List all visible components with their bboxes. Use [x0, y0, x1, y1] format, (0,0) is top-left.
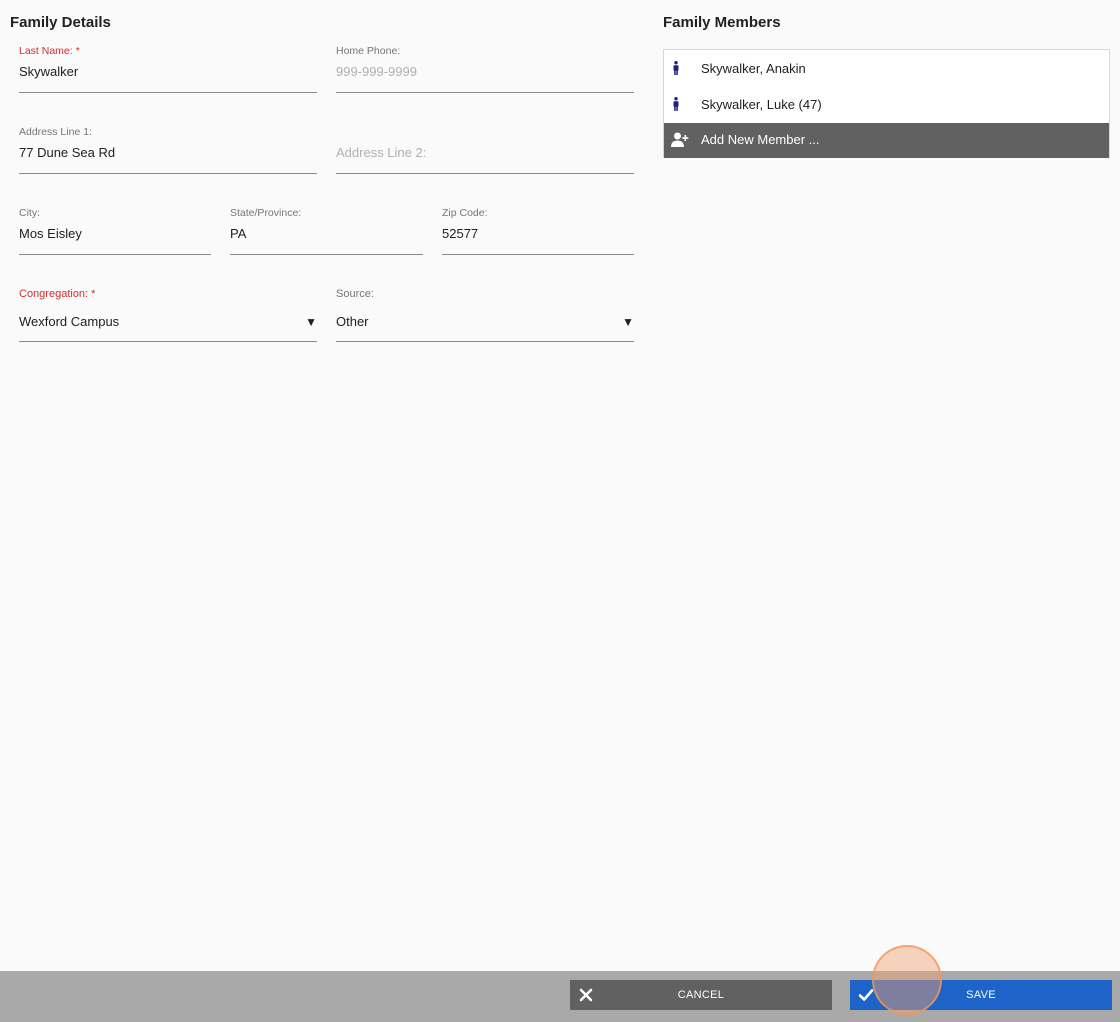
last-name-underline — [19, 92, 317, 93]
zip-label: Zip Code: — [442, 207, 488, 219]
state-field: State/Province: — [230, 207, 423, 255]
home-phone-field: Home Phone: — [336, 45, 634, 93]
state-underline — [230, 254, 423, 255]
congregation-label: Congregation: * — [19, 288, 96, 300]
chevron-down-icon[interactable]: ▼ — [622, 315, 634, 329]
last-name-field: Last Name: * — [19, 45, 317, 93]
city-field: City: — [19, 207, 211, 255]
cancel-label: CANCEL — [677, 989, 725, 1001]
congregation-field: Congregation: * Wexford Campus ▼ — [19, 288, 317, 343]
last-name-input[interactable] — [19, 62, 317, 82]
zip-field: Zip Code: — [442, 207, 634, 255]
home-phone-label: Home Phone: — [336, 45, 401, 57]
zip-underline — [442, 254, 634, 255]
family-edit-page: Family Details Last Name: * Home Phone: … — [0, 0, 1120, 1022]
address1-field: Address Line 1: — [19, 126, 317, 174]
cancel-button[interactable]: CANCEL — [570, 980, 832, 1010]
address2-input[interactable] — [336, 143, 634, 163]
family-members-title: Family Members — [663, 14, 781, 31]
member-row-luke[interactable]: Skywalker, Luke (47) — [664, 86, 1109, 122]
city-label: City: — [19, 207, 40, 219]
add-new-member-label: Add New Member ... — [701, 132, 820, 147]
state-label: State/Province: — [230, 207, 302, 219]
footer-bar: CANCEL SAVE — [0, 971, 1120, 1022]
save-label: SAVE — [966, 989, 996, 1001]
address1-input[interactable] — [19, 143, 317, 163]
address1-underline — [19, 173, 317, 174]
add-new-member-button[interactable]: Add New Member ... — [664, 123, 1109, 158]
source-field: Source: Other ▼ — [336, 288, 634, 343]
source-label: Source: — [336, 288, 374, 300]
congregation-underline — [19, 341, 317, 342]
city-input[interactable] — [19, 224, 211, 244]
city-underline — [19, 254, 211, 255]
address2-underline — [336, 173, 634, 174]
add-user-icon — [671, 132, 689, 147]
zip-input[interactable] — [442, 224, 634, 244]
congregation-select[interactable]: Wexford Campus — [19, 312, 297, 332]
home-phone-underline — [336, 92, 634, 93]
last-name-label: Last Name: * — [19, 45, 80, 57]
family-details-title: Family Details — [10, 14, 111, 31]
source-underline — [336, 341, 634, 342]
member-name: Skywalker, Luke (47) — [701, 96, 822, 112]
chevron-down-icon[interactable]: ▼ — [305, 315, 317, 329]
address1-label: Address Line 1: — [19, 126, 92, 138]
state-input[interactable] — [230, 224, 423, 244]
person-icon — [673, 97, 679, 111]
save-button[interactable]: SAVE — [850, 980, 1112, 1010]
source-select[interactable]: Other — [336, 312, 614, 332]
home-phone-input[interactable] — [336, 62, 634, 82]
person-icon — [673, 61, 679, 75]
address2-field — [336, 126, 634, 174]
family-members-list: Skywalker, Anakin Skywalker, Luke (47) A… — [663, 49, 1110, 158]
member-row-anakin[interactable]: Skywalker, Anakin — [664, 50, 1109, 86]
member-name: Skywalker, Anakin — [701, 60, 806, 76]
